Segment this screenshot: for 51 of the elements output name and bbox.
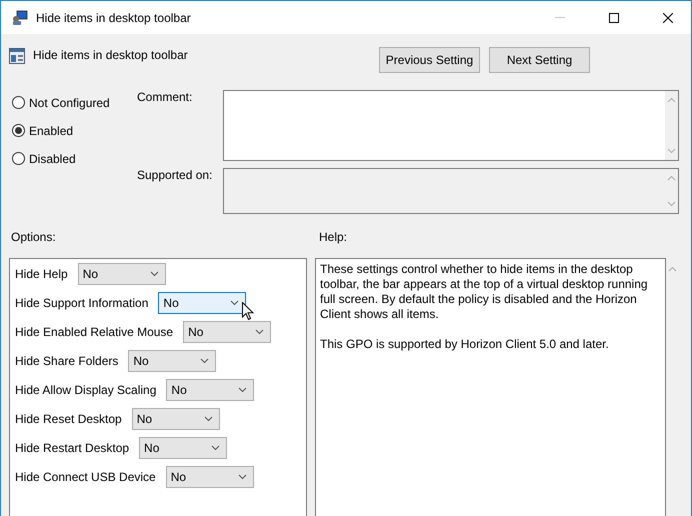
chevron-down-icon bbox=[200, 358, 210, 364]
option-label: Hide Allow Display Scaling bbox=[15, 383, 156, 397]
mouse-cursor-icon bbox=[242, 302, 254, 321]
radio-button[interactable] bbox=[12, 124, 25, 137]
radio-label[interactable]: Disabled bbox=[29, 152, 76, 166]
option-label: Hide Reset Desktop bbox=[15, 412, 122, 426]
scroll-down-icon[interactable] bbox=[667, 148, 676, 154]
scroll-up-icon[interactable] bbox=[668, 266, 677, 272]
maximize-icon bbox=[609, 12, 619, 22]
comment-field[interactable] bbox=[223, 90, 679, 161]
dropdown[interactable]: No bbox=[166, 466, 254, 488]
option-label: Hide Enabled Relative Mouse bbox=[15, 325, 174, 339]
option-label: Hide Share Folders bbox=[15, 354, 118, 368]
radio-button[interactable] bbox=[12, 96, 25, 109]
dropdown[interactable]: No bbox=[166, 379, 254, 401]
radio-label[interactable]: Not Configured bbox=[29, 96, 110, 110]
chevron-down-icon bbox=[255, 329, 264, 335]
option-label: Hide Help bbox=[15, 267, 68, 281]
dropdown[interactable]: No bbox=[183, 321, 272, 343]
radio-label[interactable]: Enabled bbox=[29, 124, 74, 138]
scroll-up-icon[interactable] bbox=[667, 97, 676, 103]
help-text: These settings control whether to hide items in the desktop toolbar, the bar appears at the top of a virtual desktop running full screen. By default the policy is disabled and the Horizon Client shows all items. bbox=[320, 262, 649, 322]
dropdown[interactable]: No bbox=[78, 263, 166, 285]
minimize-icon bbox=[555, 17, 565, 18]
chevron-down-icon bbox=[230, 300, 240, 306]
option-label: Hide Restart Desktop bbox=[15, 441, 130, 455]
dropdown[interactable]: No bbox=[139, 437, 228, 459]
previous-setting-button[interactable]: Previous Setting bbox=[379, 47, 480, 73]
chevron-down-icon bbox=[238, 387, 248, 393]
scroll-down-icon[interactable] bbox=[667, 201, 676, 207]
chevron-down-icon bbox=[211, 445, 220, 451]
option-label: Hide Connect USB Device bbox=[15, 470, 156, 484]
scroll-up-icon[interactable] bbox=[667, 175, 676, 181]
chevron-down-icon bbox=[204, 416, 213, 422]
dropdown[interactable]: No bbox=[132, 408, 220, 430]
window-title: Hide items in desktop toolbar bbox=[36, 10, 192, 24]
close-icon bbox=[663, 12, 673, 22]
chevron-down-icon bbox=[150, 271, 159, 277]
help-label: Help: bbox=[319, 230, 348, 244]
radio-button[interactable] bbox=[12, 152, 25, 165]
dropdown[interactable]: No bbox=[128, 350, 216, 372]
option-label: Hide Support Information bbox=[15, 296, 148, 310]
policy-title: Hide items in desktop toolbar bbox=[33, 48, 188, 62]
supported-on-label: Supported on: bbox=[137, 168, 212, 182]
policy-icon bbox=[9, 48, 25, 64]
help-text: This GPO is supported by Horizon Client 5.0 and later. bbox=[320, 337, 610, 352]
computer-icon bbox=[12, 10, 28, 26]
comment-label: Comment: bbox=[137, 90, 192, 104]
chevron-down-icon bbox=[238, 474, 247, 480]
next-setting-button[interactable]: Next Setting bbox=[489, 47, 590, 73]
options-label: Options: bbox=[11, 230, 56, 244]
